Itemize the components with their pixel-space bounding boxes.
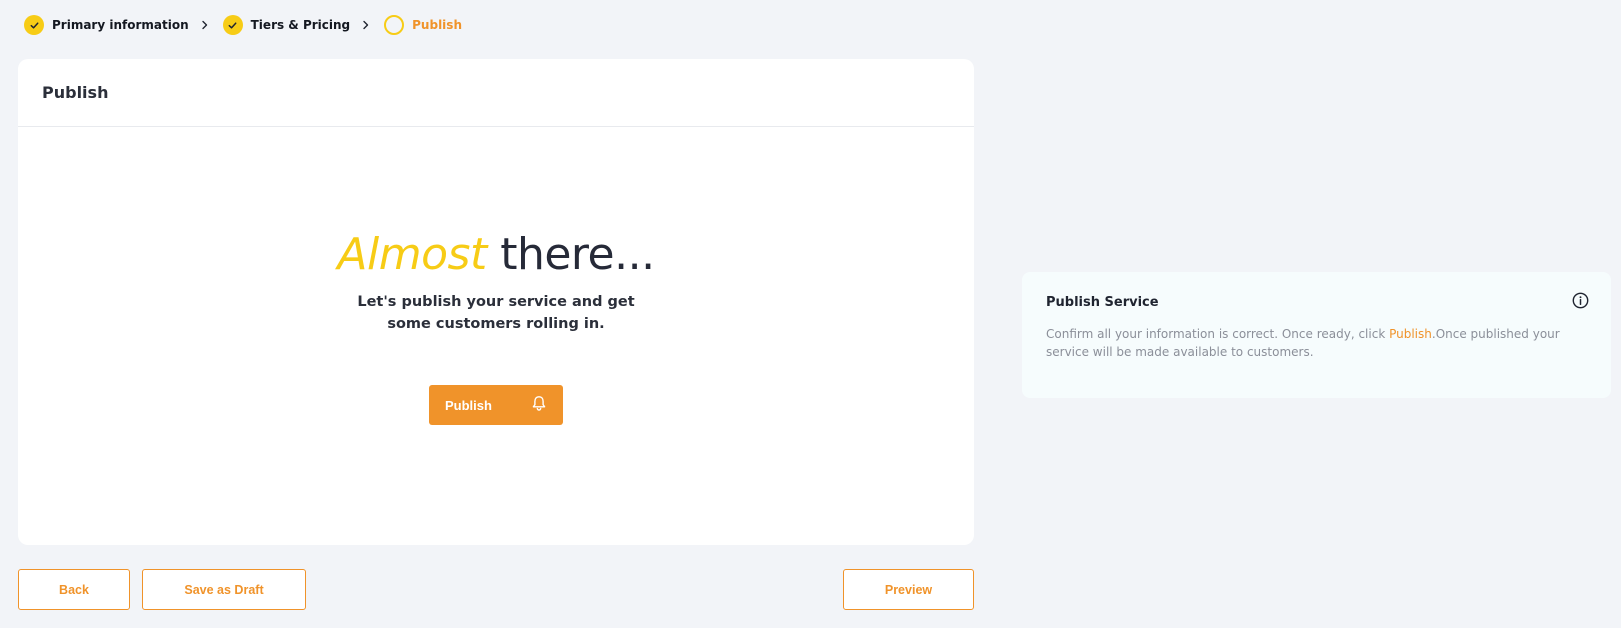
back-button[interactable]: Back	[18, 569, 130, 610]
hero-title-rest: there...	[486, 229, 655, 280]
progress-stepper: Primary information Tiers & Pricing Publ…	[24, 14, 462, 36]
hero-section: Almost there... Let's publish your servi…	[18, 231, 974, 335]
info-text-before: Confirm all your information is correct.…	[1046, 327, 1390, 341]
step-tiers-pricing[interactable]: Tiers & Pricing	[222, 15, 351, 35]
info-panel-text: Confirm all your information is correct.…	[1046, 325, 1566, 361]
check-icon	[24, 15, 44, 35]
publish-service-info-panel: Publish Service Confirm all your informa…	[1022, 272, 1611, 398]
check-icon	[222, 15, 243, 35]
info-text-publish-highlight: Publish	[1389, 327, 1432, 341]
step-publish[interactable]: Publish	[384, 15, 462, 35]
step-label: Tiers & Pricing	[250, 18, 351, 32]
step-label: Primary information	[52, 18, 189, 32]
info-panel-title: Publish Service	[1046, 295, 1159, 310]
step-label: Publish	[412, 18, 462, 32]
empty-circle-icon	[384, 15, 405, 35]
info-icon[interactable]	[1572, 292, 1589, 313]
hero-title: Almost there...	[18, 231, 974, 279]
card-title: Publish	[42, 83, 109, 102]
save-draft-button[interactable]: Save as Draft	[142, 569, 306, 610]
chevron-right-icon	[201, 20, 209, 30]
hero-title-emphasis: Almost	[337, 229, 487, 280]
preview-button[interactable]: Preview	[843, 569, 974, 610]
publish-button-label: Publish	[445, 397, 492, 413]
step-primary-information[interactable]: Primary information	[24, 15, 189, 35]
hero-subtitle: Let's publish your service and get some …	[357, 294, 635, 332]
publish-button[interactable]: Publish	[429, 385, 563, 425]
card-header: Publish	[18, 59, 974, 127]
bell-icon	[531, 395, 547, 415]
chevron-right-icon	[362, 20, 370, 30]
publish-card: Publish Almost there... Let's publish yo…	[18, 59, 974, 545]
